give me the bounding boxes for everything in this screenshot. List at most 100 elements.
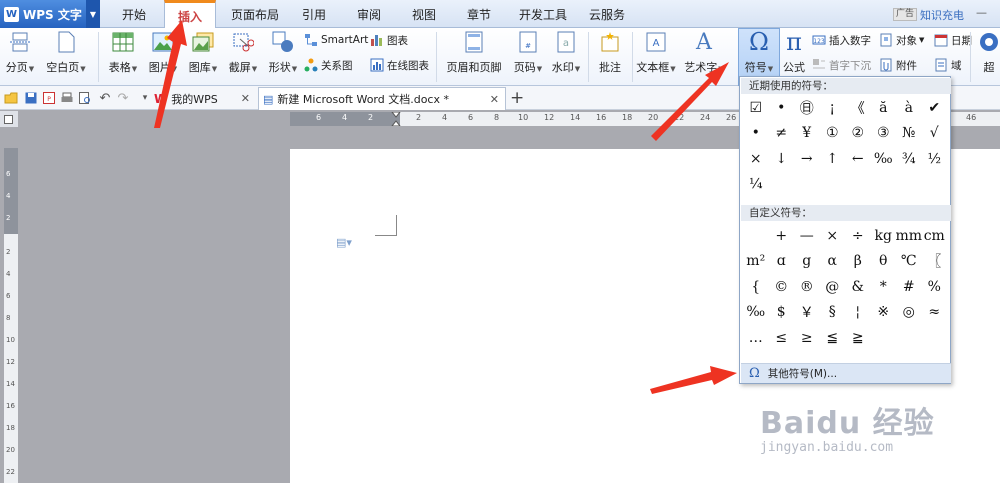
tab-insert[interactable]: 插入 (164, 0, 216, 29)
redo-icon[interactable]: ↷ (116, 91, 130, 106)
symbol-cell[interactable]: % (922, 274, 948, 300)
dropcap-button[interactable]: 首字下沉 (812, 57, 871, 73)
symbol-cell[interactable]: © (769, 274, 795, 300)
symbol-cell[interactable]: ← (845, 146, 871, 172)
hyperlink-button[interactable]: 超 (978, 30, 1000, 75)
comment-button[interactable]: 批注 (590, 30, 630, 75)
symbol-cell[interactable]: @ (820, 274, 846, 300)
open-folder-icon[interactable] (4, 91, 18, 105)
symbol-cell[interactable]: ® (794, 274, 820, 300)
symbol-cell[interactable]: — (794, 223, 820, 249)
symbol-cell[interactable]: ↑ (820, 146, 846, 172)
symbol-cell[interactable]: → (794, 146, 820, 172)
indent-marker-icon[interactable] (391, 112, 401, 126)
symbol-cell[interactable]: • (743, 121, 769, 147)
symbol-cell[interactable]: ‰ (743, 300, 769, 326)
symbol-cell[interactable]: g (794, 249, 820, 275)
symbol-cell[interactable]: $ (769, 300, 795, 326)
symbol-cell[interactable]: • (769, 95, 795, 121)
symbol-cell[interactable]: ① (820, 121, 846, 147)
print-icon[interactable] (60, 91, 74, 105)
symbol-cell[interactable]: ≥ (794, 325, 820, 351)
tab-my-wps[interactable]: W 我的WPS ✕ (150, 87, 256, 110)
wordart-button[interactable]: A 艺术字▼ (684, 30, 724, 75)
field-button[interactable]: 域 (934, 57, 962, 73)
symbol-cell[interactable]: ≧ (845, 325, 871, 351)
symbol-cell[interactable]: § (820, 300, 846, 326)
screenshot-button[interactable]: 截屏▼ (223, 30, 263, 75)
close-tab-icon[interactable]: ✕ (241, 92, 250, 105)
app-menu-caret-icon[interactable]: ▼ (86, 0, 100, 28)
symbol-cell[interactable]: cm (922, 223, 948, 249)
symbol-cell[interactable]: ½ (922, 146, 948, 172)
undo-icon[interactable]: ↶ (98, 91, 112, 106)
tab-review[interactable]: 审阅 (350, 0, 388, 28)
page-break-button[interactable]: 分页▼ (0, 30, 40, 75)
tab-section[interactable]: 章节 (460, 0, 498, 28)
symbol-cell[interactable]: ㊐ (794, 95, 820, 121)
symbol-cell[interactable]: α (820, 249, 846, 275)
print-preview-icon[interactable] (78, 91, 92, 105)
symbol-cell[interactable]: + (769, 223, 795, 249)
symbol-cell[interactable]: ※ (871, 300, 897, 326)
symbol-cell[interactable]: 《 (845, 95, 871, 121)
symbol-cell[interactable]: ≤ (769, 325, 795, 351)
insert-number-button[interactable]: 123 插入数字 (812, 32, 871, 48)
symbol-cell[interactable]: & (845, 274, 871, 300)
tab-cloud[interactable]: 云服务 (584, 0, 630, 28)
picture-button[interactable]: 图片▼ (143, 30, 183, 75)
tab-references[interactable]: 引用 (295, 0, 333, 28)
symbol-cell[interactable]: ÷ (845, 223, 871, 249)
header-footer-button[interactable]: 页眉和页脚 (446, 30, 502, 75)
symbol-cell[interactable]: # (896, 274, 922, 300)
symbol-cell[interactable]: ◎ (896, 300, 922, 326)
gallery-button[interactable]: 图库▼ (183, 30, 223, 75)
app-menu-button[interactable]: W WPS 文字 ▼ (0, 0, 100, 28)
symbol-cell[interactable]: θ (871, 249, 897, 275)
export-pdf-icon[interactable]: P (42, 91, 56, 105)
blank-page-button[interactable]: 空白页▼ (46, 30, 86, 75)
symbol-cell[interactable]: √ (922, 121, 948, 147)
date-button[interactable]: 日期 (934, 32, 972, 48)
symbol-cell[interactable]: à (896, 95, 922, 121)
symbol-cell[interactable]: * (871, 274, 897, 300)
symbol-cell[interactable]: ✔ (922, 95, 948, 121)
ruler-corner[interactable] (0, 111, 18, 127)
vertical-ruler[interactable]: 6 4 2 2 4 6 8 10 12 14 16 18 20 22 (4, 148, 18, 483)
symbol-cell[interactable]: ≠ (769, 121, 795, 147)
tab-view[interactable]: 视图 (405, 0, 443, 28)
symbol-cell[interactable]: { (743, 274, 769, 300)
symbol-cell[interactable]: 〖 (922, 249, 948, 275)
tab-developer[interactable]: 开发工具 (512, 0, 574, 28)
symbol-cell[interactable]: ¥ (794, 121, 820, 147)
relation-graph-button[interactable]: 关系图 (304, 57, 353, 73)
shape-button[interactable]: 形状▼ (263, 30, 303, 75)
symbol-cell[interactable]: kg (871, 223, 897, 249)
object-button[interactable]: 对象 ▼ (879, 32, 924, 48)
more-symbols-button[interactable]: Ω 其他符号(M)... (741, 363, 951, 383)
table-button[interactable]: 表格▼ (103, 30, 143, 75)
ad-link[interactable]: 知识充电 (920, 7, 964, 23)
symbol-cell[interactable]: ¼ (743, 172, 769, 198)
symbol-cell[interactable]: ă (871, 95, 897, 121)
tab-document[interactable]: ▤ 新建 Microsoft Word 文档.docx * ✕ (258, 87, 506, 110)
symbol-button[interactable]: Ω 符号▼ (739, 28, 779, 75)
symbol-cell[interactable]: ¦ (845, 300, 871, 326)
online-chart-button[interactable]: 在线图表 (370, 57, 429, 73)
tab-home[interactable]: 开始 (112, 0, 156, 28)
symbol-cell[interactable]: ￥ (794, 300, 820, 326)
watermark-button[interactable]: a 水印▼ (546, 30, 586, 75)
symbol-cell[interactable]: ≈ (922, 300, 948, 326)
formula-button[interactable]: π 公式 (774, 28, 814, 75)
attachment-button[interactable]: 附件 (879, 57, 917, 73)
symbol-cell[interactable] (743, 223, 769, 249)
close-tab-icon[interactable]: ✕ (490, 93, 499, 106)
chart-button[interactable]: 图表 (370, 32, 408, 48)
symbol-cell[interactable]: … (743, 325, 769, 351)
symbol-cell[interactable]: β (845, 249, 871, 275)
symbol-cell[interactable]: ③ (871, 121, 897, 147)
symbol-cell[interactable]: ☑ (743, 95, 769, 121)
symbol-cell[interactable]: ② (845, 121, 871, 147)
symbol-cell[interactable]: × (743, 146, 769, 172)
symbol-cell[interactable]: × (820, 223, 846, 249)
